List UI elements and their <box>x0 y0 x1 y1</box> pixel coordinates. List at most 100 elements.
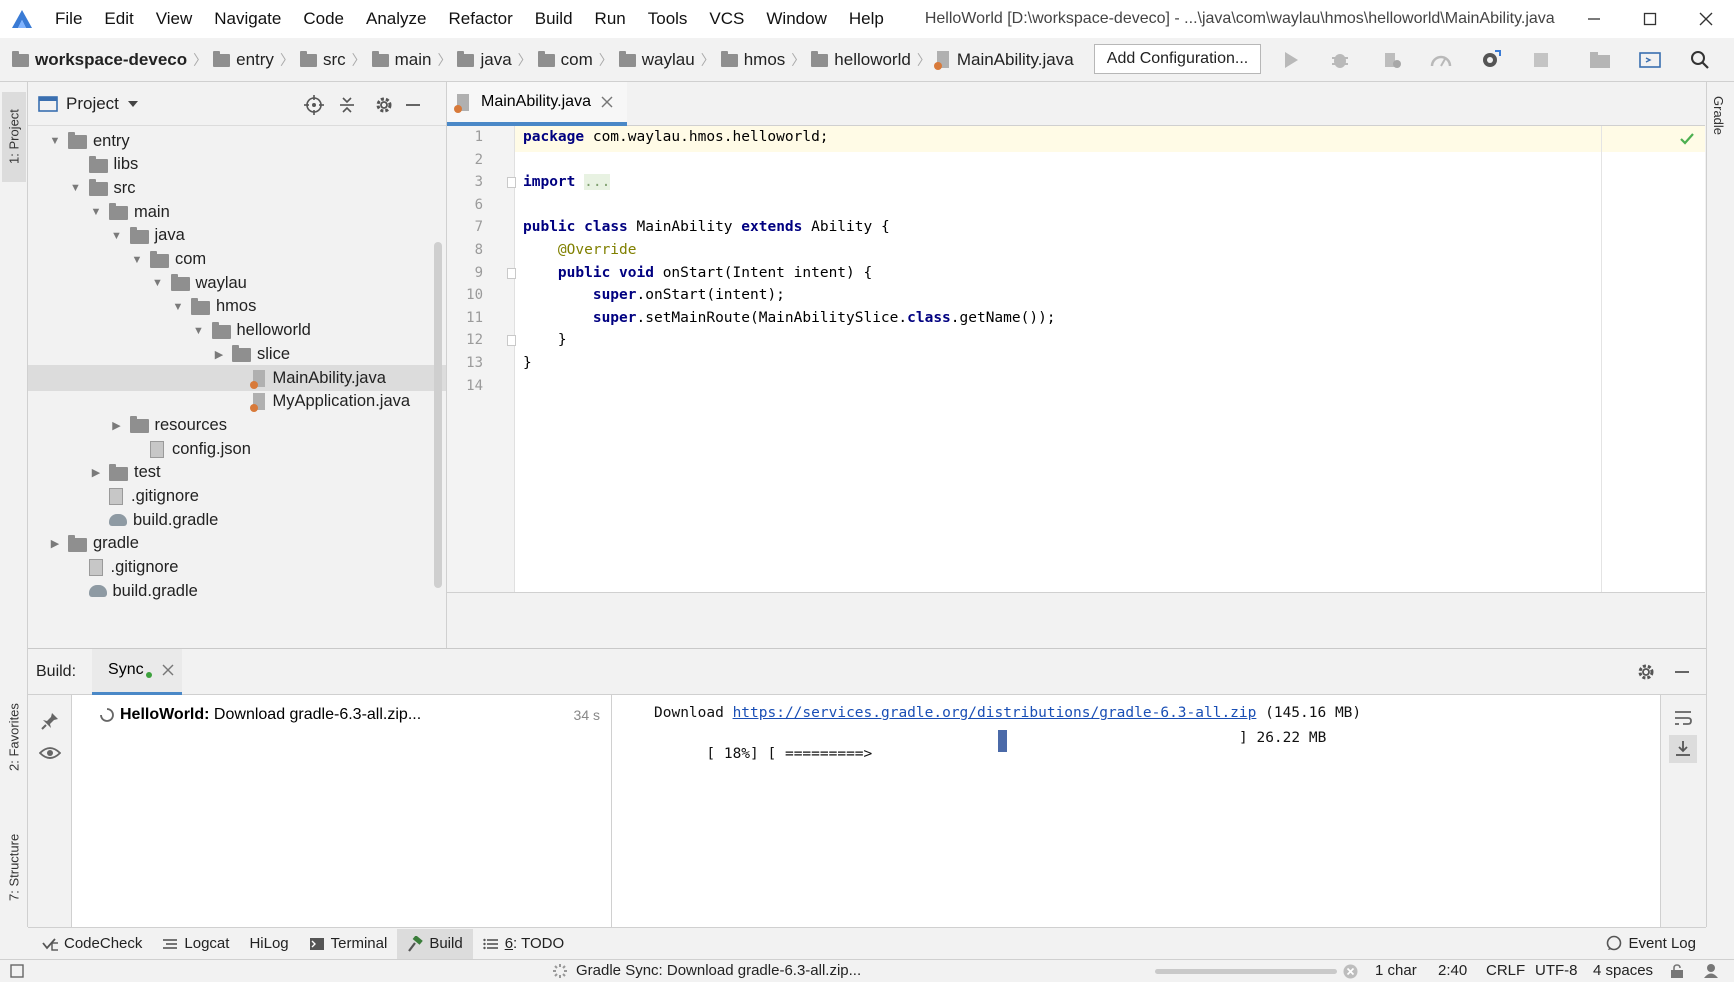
tree-item[interactable]: .gitignore <box>28 484 446 510</box>
expand-arrow-icon[interactable]: ▼ <box>171 300 185 314</box>
profile-icon[interactable] <box>1429 48 1453 72</box>
favorites-tool-tab[interactable]: 2: Favorites <box>2 682 26 792</box>
project-tool-tab[interactable]: 1: Project <box>2 92 26 182</box>
tree-scrollbar[interactable] <box>434 242 442 588</box>
breadcrumb-item[interactable]: MainAbility.java <box>933 50 1074 70</box>
tab-codecheck[interactable]: CodeCheck <box>32 929 152 959</box>
menu-window[interactable]: Window <box>755 0 837 38</box>
file-encoding[interactable]: UTF-8 <box>1535 962 1578 979</box>
tree-item[interactable]: ▶ slice <box>28 341 446 367</box>
tab-terminal[interactable]: Terminal <box>299 929 398 959</box>
fold-marker-icon[interactable] <box>507 177 516 189</box>
caret-position[interactable]: 2:40 <box>1438 962 1467 979</box>
expand-arrow-icon[interactable]: ▼ <box>192 324 206 338</box>
gradle-tool-tab[interactable]: Gradle <box>1711 96 1726 135</box>
tree-item[interactable]: MyApplication.java <box>28 389 446 415</box>
expand-arrow-icon[interactable]: ▼ <box>110 229 124 243</box>
inspector-icon[interactable] <box>1702 963 1720 979</box>
eye-icon[interactable] <box>39 745 61 761</box>
menu-view[interactable]: View <box>145 0 204 38</box>
build-task-row[interactable]: HelloWorld: Download gradle-6.3-all.zip.… <box>100 703 610 727</box>
menu-build[interactable]: Build <box>524 0 584 38</box>
tree-item[interactable]: ▼ hmos <box>28 294 446 320</box>
breadcrumb-item[interactable]: java 〉 <box>457 50 537 70</box>
sync-tab[interactable]: Sync <box>92 648 182 695</box>
tree-item[interactable]: .gitignore <box>28 555 446 581</box>
tree-item[interactable]: libs <box>28 152 446 178</box>
gear-icon[interactable] <box>373 94 395 116</box>
search-icon[interactable] <box>1688 48 1712 72</box>
fold-marker-icon[interactable] <box>507 267 516 279</box>
collapse-arrow-icon[interactable]: ▶ <box>212 347 226 361</box>
indent-setting[interactable]: 4 spaces <box>1593 962 1653 979</box>
menu-refactor[interactable]: Refactor <box>437 0 523 38</box>
hide-panel-icon[interactable] <box>402 94 424 116</box>
build-console-output[interactable]: Download https://services.gradle.org/dis… <box>612 695 1660 928</box>
tree-item[interactable]: ▼ src <box>28 175 446 201</box>
expand-arrow-icon[interactable]: ▼ <box>69 181 83 195</box>
tab-todo[interactable]: 6: TODO <box>473 929 574 959</box>
menu-tools[interactable]: Tools <box>637 0 699 38</box>
breadcrumb-item[interactable]: entry 〉 <box>213 50 300 70</box>
close-window-button[interactable] <box>1678 0 1734 38</box>
tree-item[interactable]: build.gradle <box>28 507 446 533</box>
menu-analyze[interactable]: Analyze <box>355 0 437 38</box>
tree-item[interactable]: ▼ entry <box>28 128 446 154</box>
maximize-button[interactable] <box>1622 0 1678 38</box>
tab-logcat[interactable]: Logcat <box>152 929 239 959</box>
locate-file-icon[interactable] <box>303 94 325 116</box>
tree-item[interactable]: ▼ helloworld <box>28 318 446 344</box>
close-tab-icon[interactable] <box>601 96 613 108</box>
expand-arrow-icon[interactable]: ▼ <box>48 134 62 148</box>
hide-panel-icon[interactable] <box>1674 664 1690 680</box>
breadcrumb-item[interactable]: waylau 〉 <box>618 50 721 70</box>
menu-file[interactable]: File <box>44 0 93 38</box>
menu-vcs[interactable]: VCS <box>698 0 755 38</box>
line-separator[interactable]: CRLF <box>1486 962 1525 979</box>
tree-item[interactable]: ▶ gradle <box>28 531 446 557</box>
tree-item[interactable]: config.json <box>28 436 446 462</box>
breadcrumb-item[interactable]: src 〉 <box>299 50 372 70</box>
menu-help[interactable]: Help <box>838 0 895 38</box>
breadcrumb-item[interactable]: workspace-deveco 〉 <box>12 50 213 70</box>
tree-item[interactable]: ▼ waylau <box>28 270 446 296</box>
gear-icon[interactable] <box>1636 662 1656 682</box>
tree-item[interactable]: MainAbility.java <box>28 365 446 391</box>
editor-tab-mainability[interactable]: MainAbility.java <box>447 82 627 126</box>
breadcrumb-item[interactable]: helloworld 〉 <box>811 50 937 70</box>
lock-icon[interactable] <box>1670 964 1684 979</box>
fold-marker-icon[interactable] <box>507 335 516 347</box>
toggle-tool-windows-icon[interactable] <box>10 964 24 978</box>
attach-debugger-icon[interactable] <box>1478 48 1502 72</box>
structure-tool-tab[interactable]: 7: Structure <box>2 812 26 922</box>
run-icon[interactable] <box>1279 48 1303 72</box>
collapse-arrow-icon[interactable]: ▶ <box>48 537 62 551</box>
menu-edit[interactable]: Edit <box>93 0 144 38</box>
menu-code[interactable]: Code <box>292 0 355 38</box>
cancel-task-icon[interactable] <box>1343 964 1358 979</box>
expand-arrow-icon[interactable]: ▼ <box>151 276 165 290</box>
event-log-button[interactable]: Event Log <box>1606 928 1696 958</box>
breadcrumb-item[interactable]: com 〉 <box>537 50 619 70</box>
project-view-selector[interactable]: Project <box>66 94 119 114</box>
tab-build[interactable]: Build <box>397 928 473 959</box>
project-structure-icon[interactable] <box>1588 48 1612 72</box>
gradle-download-link[interactable]: https://services.gradle.org/distribution… <box>733 705 1257 721</box>
tree-item[interactable]: ▶ resources <box>28 412 446 438</box>
code-editor[interactable]: 1 2 3 6 7 8 9 10 11 12 13 14 package com.waylau.hmo… <box>447 126 1705 592</box>
scroll-to-end-icon[interactable] <box>1669 735 1697 763</box>
minimize-button[interactable] <box>1566 0 1622 38</box>
chevron-down-icon[interactable] <box>127 100 139 108</box>
breadcrumb-item[interactable]: hmos 〉 <box>720 50 812 70</box>
collapse-arrow-icon[interactable]: ▶ <box>110 418 124 432</box>
breadcrumb-item[interactable]: main 〉 <box>371 50 458 70</box>
pin-icon[interactable] <box>40 711 60 731</box>
menu-run[interactable]: Run <box>584 0 637 38</box>
run-with-coverage-icon[interactable] <box>1380 48 1404 72</box>
tree-item[interactable]: ▼ main <box>28 199 446 225</box>
close-tab-icon[interactable] <box>162 664 174 676</box>
tab-hilog[interactable]: HiLog <box>239 929 298 959</box>
add-configuration-button[interactable]: Add Configuration... <box>1094 44 1261 74</box>
menu-navigate[interactable]: Navigate <box>203 0 292 38</box>
expand-arrow-icon[interactable]: ▼ <box>89 205 103 219</box>
